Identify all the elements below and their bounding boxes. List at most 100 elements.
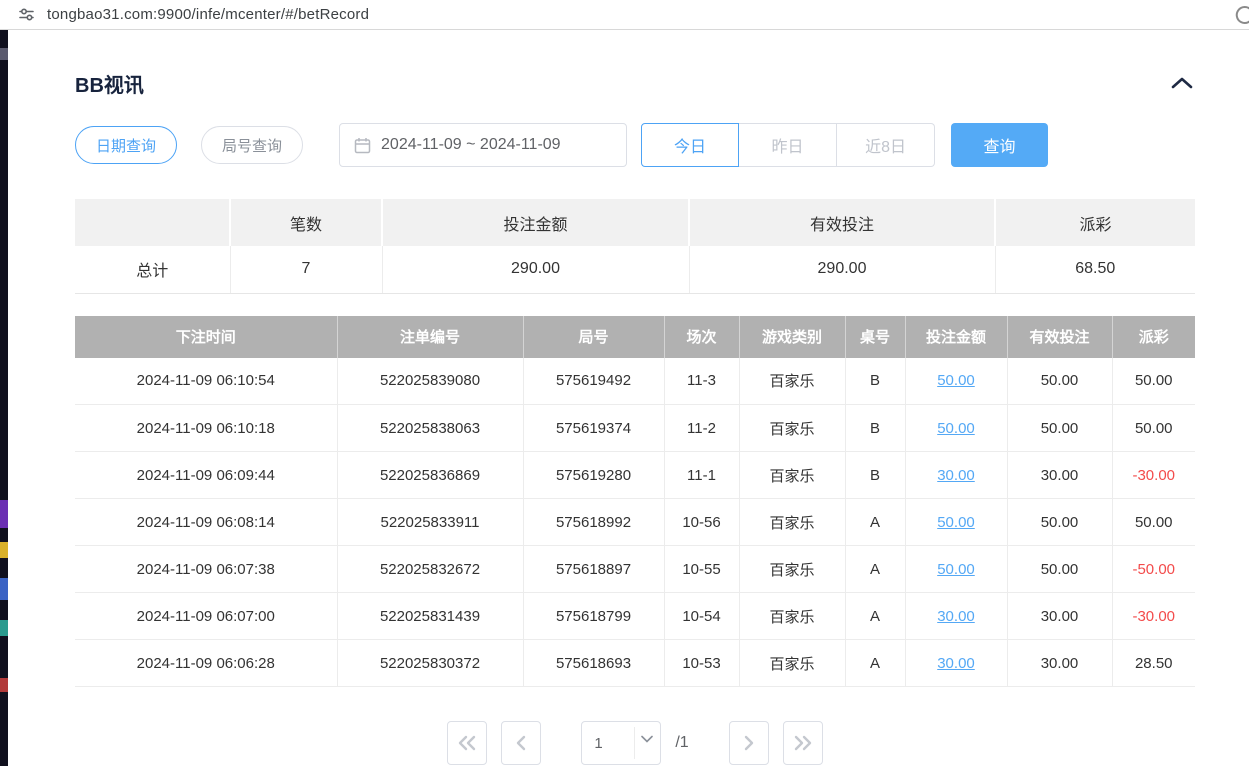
payout-cell: 50.00 (1112, 499, 1195, 546)
header-table-no: 桌号 (845, 316, 905, 358)
header-session: 场次 (664, 316, 739, 358)
round-query-tab[interactable]: 局号查询 (201, 126, 303, 164)
header-order-no: 注单编号 (337, 316, 523, 358)
quick-range-group: 今日 昨日 近8日 (641, 123, 935, 167)
header-round-no: 局号 (523, 316, 664, 358)
chevron-up-icon[interactable] (1169, 74, 1195, 92)
valid-bet-cell: 50.00 (1007, 499, 1112, 546)
round-no-cell: 575619374 (523, 405, 664, 452)
table-row: 2024-11-09 06:06:28 522025830372 5756186… (75, 640, 1195, 687)
bet-amount-link[interactable]: 50.00 (937, 372, 975, 389)
order-no-cell: 522025839080 (337, 358, 523, 405)
bet-amount-cell: 50.00 (905, 499, 1007, 546)
valid-bet-cell: 50.00 (1007, 546, 1112, 593)
date-range-value: 2024-11-09 ~ 2024-11-09 (381, 136, 561, 154)
browser-address-bar: tongbao31.com:9900/infe/mcenter/#/betRec… (0, 0, 1249, 30)
session-cell: 10-53 (664, 640, 739, 687)
summary-bet-amount-value: 290.00 (382, 246, 689, 293)
session-cell: 11-1 (664, 452, 739, 499)
bet-amount-link[interactable]: 30.00 (937, 655, 975, 672)
game-type-cell: 百家乐 (739, 405, 845, 452)
payout-cell: 50.00 (1112, 358, 1195, 405)
valid-bet-cell: 50.00 (1007, 405, 1112, 452)
payout-cell: -30.00 (1112, 593, 1195, 640)
bet-record-panel: BB视讯 日期查询 局号查询 2024-11-09 ~ 2024-11-09 今… (75, 30, 1195, 765)
table-no-cell: A (845, 640, 905, 687)
url-text[interactable]: tongbao31.com:9900/infe/mcenter/#/betRec… (47, 6, 369, 23)
header-game-type: 游戏类别 (739, 316, 845, 358)
page-select[interactable]: 1 (581, 721, 661, 765)
round-no-cell: 575619280 (523, 452, 664, 499)
page-title: BB视讯 (75, 69, 144, 98)
table-header-row: 下注时间 注单编号 局号 场次 游戏类别 桌号 投注金额 有效投注 派彩 (75, 316, 1195, 358)
prev-page-button[interactable] (501, 721, 541, 765)
summary-header-count: 笔数 (230, 199, 382, 246)
bet-time-cell: 2024-11-09 06:06:28 (75, 640, 337, 687)
site-info-icon[interactable] (18, 6, 35, 23)
game-type-cell: 百家乐 (739, 452, 845, 499)
table-no-cell: B (845, 452, 905, 499)
order-no-cell: 522025838063 (337, 405, 523, 452)
summary-total-row: 总计 7 290.00 290.00 68.50 (75, 246, 1195, 293)
bet-amount-link[interactable]: 30.00 (937, 608, 975, 625)
valid-bet-cell: 30.00 (1007, 593, 1112, 640)
bet-time-cell: 2024-11-09 06:09:44 (75, 452, 337, 499)
order-no-cell: 522025830372 (337, 640, 523, 687)
table-no-cell: A (845, 546, 905, 593)
yesterday-button[interactable]: 昨日 (739, 123, 837, 167)
summary-valid-bet-value: 290.00 (689, 246, 995, 293)
bet-amount-cell: 50.00 (905, 405, 1007, 452)
table-row: 2024-11-09 06:07:00 522025831439 5756187… (75, 593, 1195, 640)
search-button[interactable]: 查询 (951, 123, 1048, 167)
bet-amount-link[interactable]: 30.00 (937, 467, 975, 484)
today-button[interactable]: 今日 (641, 123, 739, 167)
round-no-cell: 575619492 (523, 358, 664, 405)
table-no-cell: A (845, 499, 905, 546)
next-page-button[interactable] (729, 721, 769, 765)
bet-amount-link[interactable]: 50.00 (937, 420, 975, 437)
table-no-cell: B (845, 405, 905, 452)
payout-cell: -50.00 (1112, 546, 1195, 593)
table-no-cell: A (845, 593, 905, 640)
bet-time-cell: 2024-11-09 06:07:38 (75, 546, 337, 593)
total-pages-label: /1 (675, 721, 688, 765)
summary-header-valid-bet: 有效投注 (689, 199, 995, 246)
round-no-cell: 575618897 (523, 546, 664, 593)
filter-toolbar: 日期查询 局号查询 2024-11-09 ~ 2024-11-09 今日 昨日 … (75, 123, 1195, 167)
reload-icon[interactable] (1234, 4, 1249, 31)
header-bet-time: 下注时间 (75, 316, 337, 358)
session-cell: 10-55 (664, 546, 739, 593)
pagination: 1 /1 (75, 721, 1195, 765)
bet-amount-cell: 50.00 (905, 546, 1007, 593)
table-no-cell: B (845, 358, 905, 405)
bet-amount-link[interactable]: 50.00 (937, 514, 975, 531)
summary-table: 笔数 投注金额 有效投注 派彩 总计 7 290.00 290.00 68.50 (75, 199, 1195, 294)
bet-time-cell: 2024-11-09 06:10:54 (75, 358, 337, 405)
date-query-tab[interactable]: 日期查询 (75, 126, 177, 164)
game-type-cell: 百家乐 (739, 358, 845, 405)
bet-amount-cell: 30.00 (905, 452, 1007, 499)
date-range-picker[interactable]: 2024-11-09 ~ 2024-11-09 (339, 123, 627, 167)
summary-header-empty (75, 199, 230, 246)
summary-total-label: 总计 (75, 246, 230, 293)
header-payout: 派彩 (1112, 316, 1195, 358)
bet-time-cell: 2024-11-09 06:10:18 (75, 405, 337, 452)
bet-amount-link[interactable]: 50.00 (937, 561, 975, 578)
summary-count-value: 7 (230, 246, 382, 293)
first-page-button[interactable] (447, 721, 487, 765)
session-cell: 10-56 (664, 499, 739, 546)
table-row: 2024-11-09 06:10:54 522025839080 5756194… (75, 358, 1195, 405)
order-no-cell: 522025833911 (337, 499, 523, 546)
payout-cell: -30.00 (1112, 452, 1195, 499)
bet-time-cell: 2024-11-09 06:07:00 (75, 593, 337, 640)
select-divider (634, 727, 635, 759)
bet-amount-cell: 30.00 (905, 593, 1007, 640)
table-row: 2024-11-09 06:10:18 522025838063 5756193… (75, 405, 1195, 452)
last-page-button[interactable] (783, 721, 823, 765)
panel-header: BB视讯 (75, 68, 1195, 98)
bet-amount-cell: 30.00 (905, 640, 1007, 687)
last8days-button[interactable]: 近8日 (837, 123, 935, 167)
page-select-input[interactable]: 1 (581, 721, 661, 765)
summary-header-payout: 派彩 (995, 199, 1195, 246)
game-type-cell: 百家乐 (739, 499, 845, 546)
